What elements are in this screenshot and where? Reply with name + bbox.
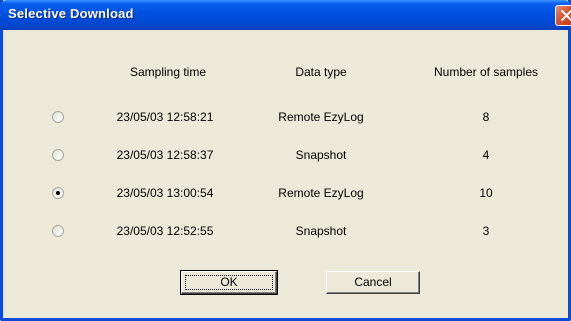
list-item: 23/05/03 12:58:21 Remote EzyLog 8 [3,110,568,130]
list-item: 23/05/03 12:58:37 Snapshot 4 [3,148,568,168]
cancel-button-label: Cancel [354,275,392,289]
title-bar[interactable]: Selective Download [0,0,571,30]
data-type-cell: Snapshot [295,148,347,162]
list-item: 23/05/03 12:52:55 Snapshot 3 [3,224,568,244]
selective-download-dialog: Selective Download Sampling time Data ty… [0,0,571,321]
column-header-data-type: Data type [295,65,347,79]
dialog-content: Sampling time Data type Number of sample… [3,30,568,318]
sample-count-cell: 10 [479,186,493,200]
close-button[interactable] [555,5,571,26]
list-item: 23/05/03 13:00:54 Remote EzyLog 10 [3,186,568,206]
data-type-cell: Remote EzyLog [278,186,364,200]
sample-count-cell: 8 [482,110,490,124]
ok-button-label: OK [220,275,238,289]
sampling-time-cell: 23/05/03 13:00:54 [116,186,214,200]
row-radio-button[interactable] [52,111,64,123]
window-title: Selective Download [8,6,134,21]
row-radio-button[interactable] [52,187,64,199]
sample-count-cell: 3 [482,224,490,238]
ok-button[interactable]: OK [180,270,278,295]
sampling-time-cell: 23/05/03 12:58:37 [116,148,214,162]
sampling-time-cell: 23/05/03 12:52:55 [116,224,214,238]
data-type-cell: Remote EzyLog [278,110,364,124]
data-type-cell: Snapshot [295,224,347,238]
column-header-number-of-samples: Number of samples [433,65,539,79]
close-icon [561,10,571,21]
cancel-button[interactable]: Cancel [326,271,420,294]
sampling-time-cell: 23/05/03 12:58:21 [116,110,214,124]
row-radio-button[interactable] [52,149,64,161]
row-radio-button[interactable] [52,225,64,237]
column-header-sampling-time: Sampling time [129,65,207,79]
sample-count-cell: 4 [482,148,490,162]
